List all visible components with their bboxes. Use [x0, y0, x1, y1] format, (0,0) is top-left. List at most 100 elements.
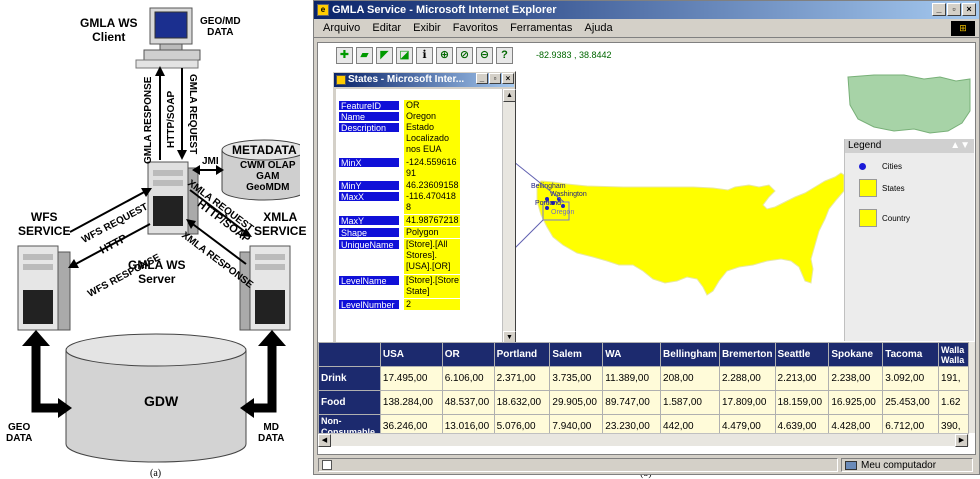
- column-header[interactable]: Tacoma: [882, 342, 940, 367]
- menu-arquivo[interactable]: Arquivo: [323, 22, 360, 34]
- property-key: FeatureID: [338, 100, 400, 111]
- menu-bar: Arquivo Editar Exibir Favoritos Ferramen…: [314, 19, 979, 38]
- page-content: ✚ ▰ ◤ ◪ ℹ ⊕ ⊘ ⊖ ? -82.9383 , 38.8442 Bel…: [317, 42, 976, 455]
- property-key: LevelName: [338, 275, 400, 286]
- table-header-row: USA OR Portland Salem WA Bellingham Brem…: [318, 342, 969, 367]
- identify-icon[interactable]: ℹ: [416, 47, 433, 64]
- zone-label: Meu computador: [861, 460, 937, 471]
- row-header[interactable]: Food: [318, 390, 381, 415]
- scroll-left-icon[interactable]: ◀: [318, 434, 331, 447]
- states-popup-window: States - Microsoft Inter... _ ▫ × Featur…: [332, 71, 516, 346]
- pan-tool-icon[interactable]: ✚: [336, 47, 353, 64]
- table-cell: 48.537,00: [441, 390, 495, 415]
- scroll-right-icon[interactable]: ▶: [955, 434, 968, 447]
- zoom-out-icon[interactable]: ⊖: [476, 47, 493, 64]
- server-label: GMLA WS Server: [128, 258, 186, 286]
- ie-app-icon: e: [317, 4, 329, 16]
- table-row: Food 138.284,00 48.537,00 18.632,00 29.9…: [318, 390, 969, 415]
- property-value: 41.98767218: [404, 215, 460, 226]
- column-header[interactable]: Spokane: [828, 342, 884, 367]
- select-tool-icon[interactable]: ◤: [376, 47, 393, 64]
- legend-title: Legend: [848, 140, 882, 151]
- zoom-in-icon[interactable]: ⊕: [436, 47, 453, 64]
- browser-window: e GMLA Service - Microsoft Internet Expl…: [313, 0, 980, 475]
- property-key: MinX: [338, 157, 400, 168]
- table-cell: 16.925,00: [828, 390, 884, 415]
- table-cell: 2.288,00: [718, 366, 776, 391]
- menu-editar[interactable]: Editar: [372, 22, 401, 34]
- yellow-square-icon: [859, 179, 877, 197]
- property-key: UniqueName: [338, 239, 400, 250]
- info-tool-icon[interactable]: ◪: [396, 47, 413, 64]
- status-cell-main: [318, 458, 838, 472]
- maximize-button[interactable]: ▫: [947, 3, 961, 16]
- status-cell-zone: Meu computador: [841, 458, 973, 472]
- map-label-oregon: Oregon: [551, 209, 575, 216]
- help-icon[interactable]: ?: [496, 47, 513, 64]
- table-corner: [318, 342, 381, 367]
- menu-ajuda[interactable]: Ajuda: [584, 22, 612, 34]
- menu-ferramentas[interactable]: Ferramentas: [510, 22, 572, 34]
- scroll-up-icon[interactable]: ▲: [503, 89, 516, 102]
- column-header[interactable]: Bremerton: [718, 342, 776, 367]
- legend-toggle-icon[interactable]: ▲▼: [950, 139, 970, 153]
- states-minimize-button[interactable]: _: [476, 73, 488, 84]
- properties-list: FeatureID OR Name Oregon Description Est…: [336, 89, 502, 344]
- table-horizontal-scrollbar[interactable]: ◀ ▶: [318, 433, 969, 447]
- table-row: Drink 17.495,00 6.106,00 2.371,00 3.735,…: [318, 366, 969, 391]
- map-label-portland: Portland: [535, 200, 562, 207]
- column-header[interactable]: Salem: [549, 342, 604, 367]
- window-title: GMLA Service - Microsoft Internet Explor…: [332, 4, 557, 16]
- metadata-title: METADATA: [232, 143, 297, 157]
- column-header[interactable]: OR: [441, 342, 495, 367]
- geo-md-data-top-label: GEO/MD DATA: [200, 16, 241, 38]
- table-cell: 1.587,00: [660, 390, 720, 415]
- states-vertical-scrollbar[interactable]: ▲ ▼: [502, 89, 516, 344]
- table-cell: 18.159,00: [774, 390, 830, 415]
- menu-favoritos[interactable]: Favoritos: [453, 22, 498, 34]
- minimize-button[interactable]: _: [932, 3, 946, 16]
- us-map: [536, 172, 845, 296]
- blue-dot-icon: [859, 163, 866, 170]
- table-cell: 25.453,00: [882, 390, 940, 415]
- menu-exibir[interactable]: Exibir: [413, 22, 441, 34]
- legend-label: Country: [882, 214, 911, 223]
- table-cell: 17.809,00: [718, 390, 776, 415]
- column-header[interactable]: USA: [379, 342, 443, 367]
- gdw-label: GDW: [144, 393, 179, 409]
- gmla-response-label: GMLA RESPONSE: [143, 76, 154, 164]
- table-cell: 6.106,00: [441, 366, 495, 391]
- overview-map[interactable]: [844, 71, 974, 141]
- map-view[interactable]: Bellingham Washington Portland Oregon: [513, 69, 845, 342]
- geo-data-label: GEO DATA: [6, 422, 33, 444]
- http-soap-vertical-label: HTTP/SOAP: [166, 90, 177, 148]
- legend-panel: Legend ▲▼ Cities States Country: [844, 139, 974, 341]
- gmla-request-label: GMLA REQUEST: [187, 74, 198, 155]
- row-header[interactable]: Drink: [318, 366, 381, 391]
- column-header[interactable]: Seattle: [774, 342, 830, 367]
- table-vertical-scrollbar[interactable]: [969, 342, 975, 433]
- layer-tool-icon[interactable]: ▰: [356, 47, 373, 64]
- property-value: Oregon: [404, 111, 460, 122]
- column-header[interactable]: Portland: [493, 342, 551, 367]
- window-titlebar[interactable]: e GMLA Service - Microsoft Internet Expl…: [314, 1, 979, 19]
- states-close-button[interactable]: ×: [502, 73, 514, 84]
- yellow-square-icon: [859, 209, 877, 227]
- zoom-extent-icon[interactable]: ⊘: [456, 47, 473, 64]
- column-header[interactable]: Bellingham: [660, 342, 720, 367]
- property-row: Name Oregon: [336, 111, 502, 122]
- map-toolbar: ✚ ▰ ◤ ◪ ℹ ⊕ ⊘ ⊖ ? -82.9383 , 38.8442: [318, 43, 975, 69]
- table-cell: 138.284,00: [379, 390, 443, 415]
- property-key: MaxX: [338, 191, 400, 202]
- client-label: GMLA WS Client: [80, 16, 138, 44]
- property-row: MinX -124.55961691: [336, 157, 502, 180]
- column-header[interactable]: Walla Walla: [938, 342, 969, 367]
- property-row: MinY 46.23609158: [336, 180, 502, 191]
- coordinate-readout: -82.9383 , 38.8442: [536, 50, 612, 60]
- property-value: 46.23609158: [404, 180, 460, 191]
- states-maximize-button[interactable]: ▫: [489, 73, 501, 84]
- table-cell: 208,00: [660, 366, 720, 391]
- column-header[interactable]: WA: [602, 342, 662, 367]
- property-row: Shape Polygon: [336, 227, 502, 238]
- close-button[interactable]: ×: [962, 3, 976, 16]
